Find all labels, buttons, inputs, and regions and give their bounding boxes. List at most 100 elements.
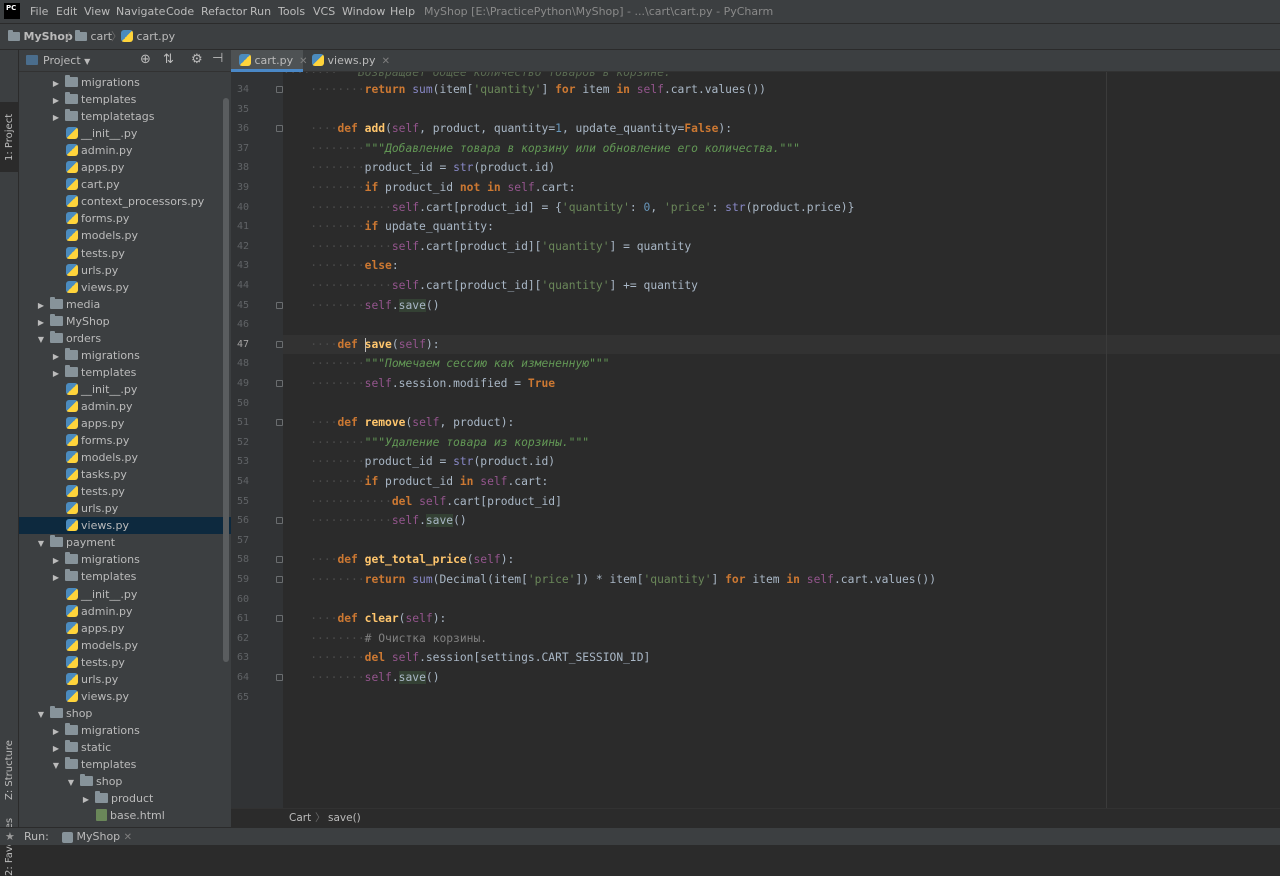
tree-file[interactable]: admin.py (19, 142, 231, 159)
tree-file[interactable]: tasks.py (19, 466, 231, 483)
tree-file[interactable]: urls.py (19, 671, 231, 688)
fold-marker-icon[interactable] (276, 380, 283, 387)
tab-cart-py[interactable]: cart.py ✕ (231, 50, 308, 72)
tree-file[interactable]: cart.py (19, 176, 231, 193)
menu-help[interactable]: Help (390, 0, 415, 24)
menu-file[interactable]: File (30, 0, 48, 24)
close-icon[interactable]: ✕ (382, 56, 390, 67)
fold-marker-icon[interactable] (276, 301, 283, 309)
run-config[interactable]: MyShop ✕ (62, 828, 132, 846)
tree-folder[interactable]: ▶ product (19, 790, 231, 807)
expand-arrow-right-icon[interactable]: ▶ (51, 552, 61, 569)
expand-arrow-right-icon[interactable]: ▶ (51, 723, 61, 740)
fold-marker-icon[interactable] (276, 125, 283, 133)
expand-arrow-right-icon[interactable]: ▶ (51, 348, 61, 365)
tool-tab-project[interactable]: 1: Project (0, 102, 19, 172)
tree-folder[interactable]: ▼ templates (19, 756, 231, 773)
tree-file[interactable]: models.py (19, 227, 231, 244)
tree-file[interactable]: views.py (19, 688, 231, 705)
tree-folder[interactable]: ▶ migrations (19, 347, 231, 364)
tree-file[interactable]: base.html (19, 807, 231, 824)
expand-arrow-down-icon[interactable]: ▼ (36, 331, 46, 348)
tree-scrollbar[interactable] (223, 98, 229, 662)
menu-window[interactable]: Window (342, 0, 385, 24)
tree-folder[interactable]: ▶ templatetags (19, 108, 231, 125)
tree-file[interactable]: tests.py (19, 245, 231, 262)
tree-file[interactable]: tests.py (19, 483, 231, 500)
tree-folder[interactable]: ▶ templates (19, 91, 231, 108)
expand-arrow-down-icon[interactable]: ▼ (51, 757, 61, 774)
expand-arrow-right-icon[interactable]: ▶ (51, 569, 61, 586)
tree-file[interactable]: __init__.py (19, 381, 231, 398)
tree-file[interactable]: models.py (19, 637, 231, 654)
tree-file[interactable]: apps.py (19, 415, 231, 432)
tree-file[interactable]: admin.py (19, 398, 231, 415)
fold-marker-icon[interactable] (276, 556, 283, 564)
menu-run[interactable]: Run (250, 0, 271, 24)
expand-arrow-down-icon[interactable]: ▼ (66, 774, 76, 791)
fold-marker-icon[interactable] (276, 86, 283, 93)
tree-folder[interactable]: ▶ media (19, 296, 231, 313)
collapse-all-icon[interactable]: ⇅ (163, 52, 174, 67)
tree-folder[interactable]: ▼ shop (19, 705, 231, 722)
tool-tab-structure[interactable]: Z: Structure (0, 740, 19, 800)
fold-marker-icon[interactable] (276, 340, 283, 348)
tree-file[interactable]: context_processors.py (19, 193, 231, 210)
tree-folder[interactable]: ▶ templates (19, 364, 231, 381)
expand-arrow-right-icon[interactable]: ▶ (81, 791, 91, 808)
expand-arrow-right-icon[interactable]: ▶ (51, 109, 61, 126)
tree-folder[interactable]: ▼ shop (19, 773, 231, 790)
tree-file[interactable]: __init__.py (19, 125, 231, 142)
hide-panel-icon[interactable]: ⊣ (212, 51, 223, 66)
expand-arrow-right-icon[interactable]: ▶ (51, 75, 61, 92)
tree-file[interactable]: admin.py (19, 603, 231, 620)
tree-file[interactable]: urls.py (19, 500, 231, 517)
expand-arrow-right-icon[interactable]: ▶ (51, 740, 61, 757)
tree-folder[interactable]: ▶ migrations (19, 722, 231, 739)
close-icon[interactable]: ✕ (124, 832, 132, 843)
tree-file[interactable]: views.py (19, 517, 231, 535)
tree-folder[interactable]: ▶ static (19, 739, 231, 756)
nav-project[interactable]: MyShop (8, 24, 73, 50)
tree-file[interactable]: tests.py (19, 654, 231, 671)
menu-refactor[interactable]: Refactor (201, 0, 247, 24)
gear-icon[interactable]: ⚙ (191, 52, 203, 67)
menu-code[interactable]: Code (166, 0, 194, 24)
fold-marker-icon[interactable] (276, 674, 283, 681)
tree-file[interactable]: forms.py (19, 432, 231, 449)
menu-edit[interactable]: Edit (56, 0, 77, 24)
tree-folder[interactable]: ▶ migrations (19, 74, 231, 91)
fold-marker-icon[interactable] (276, 576, 283, 583)
tree-folder[interactable]: ▶ migrations (19, 551, 231, 568)
tree-file[interactable]: apps.py (19, 620, 231, 637)
locate-target-icon[interactable]: ⊕ (140, 52, 151, 67)
tree-file[interactable]: __init__.py (19, 586, 231, 603)
tree-file[interactable]: apps.py (19, 159, 231, 176)
expand-arrow-right-icon[interactable]: ▶ (36, 297, 46, 314)
nav-folder[interactable]: cart (75, 24, 112, 50)
menu-view[interactable]: View (84, 0, 110, 24)
expand-arrow-down-icon[interactable]: ▼ (36, 706, 46, 723)
tab-views-py[interactable]: views.py ✕ (304, 50, 390, 72)
nav-file[interactable]: cart.py (121, 24, 175, 50)
menu-vcs[interactable]: VCS (313, 0, 335, 24)
tree-folder[interactable]: ▶ MyShop (19, 313, 231, 330)
favorites-star-icon[interactable]: ★ (5, 828, 15, 846)
fold-marker-icon[interactable] (276, 517, 283, 525)
fold-marker-icon[interactable] (276, 419, 283, 427)
breadcrumb-class[interactable]: Cart (289, 809, 311, 828)
tree-folder[interactable]: ▼ orders (19, 330, 231, 347)
project-view-selector[interactable]: Project ▼ (43, 50, 90, 73)
tree-file[interactable]: forms.py (19, 210, 231, 227)
menu-tools[interactable]: Tools (278, 0, 305, 24)
menu-navigate[interactable]: Navigate (116, 0, 165, 24)
tree-file[interactable]: models.py (19, 449, 231, 466)
tree-file[interactable]: urls.py (19, 262, 231, 279)
tree-folder[interactable]: ▼ payment (19, 534, 231, 551)
tree-folder[interactable]: ▶ templates (19, 568, 231, 585)
tree-file[interactable]: views.py (19, 279, 231, 296)
fold-marker-icon[interactable] (276, 615, 283, 623)
expand-arrow-right-icon[interactable]: ▶ (51, 365, 61, 382)
expand-arrow-down-icon[interactable]: ▼ (36, 535, 46, 552)
expand-arrow-right-icon[interactable]: ▶ (51, 92, 61, 109)
